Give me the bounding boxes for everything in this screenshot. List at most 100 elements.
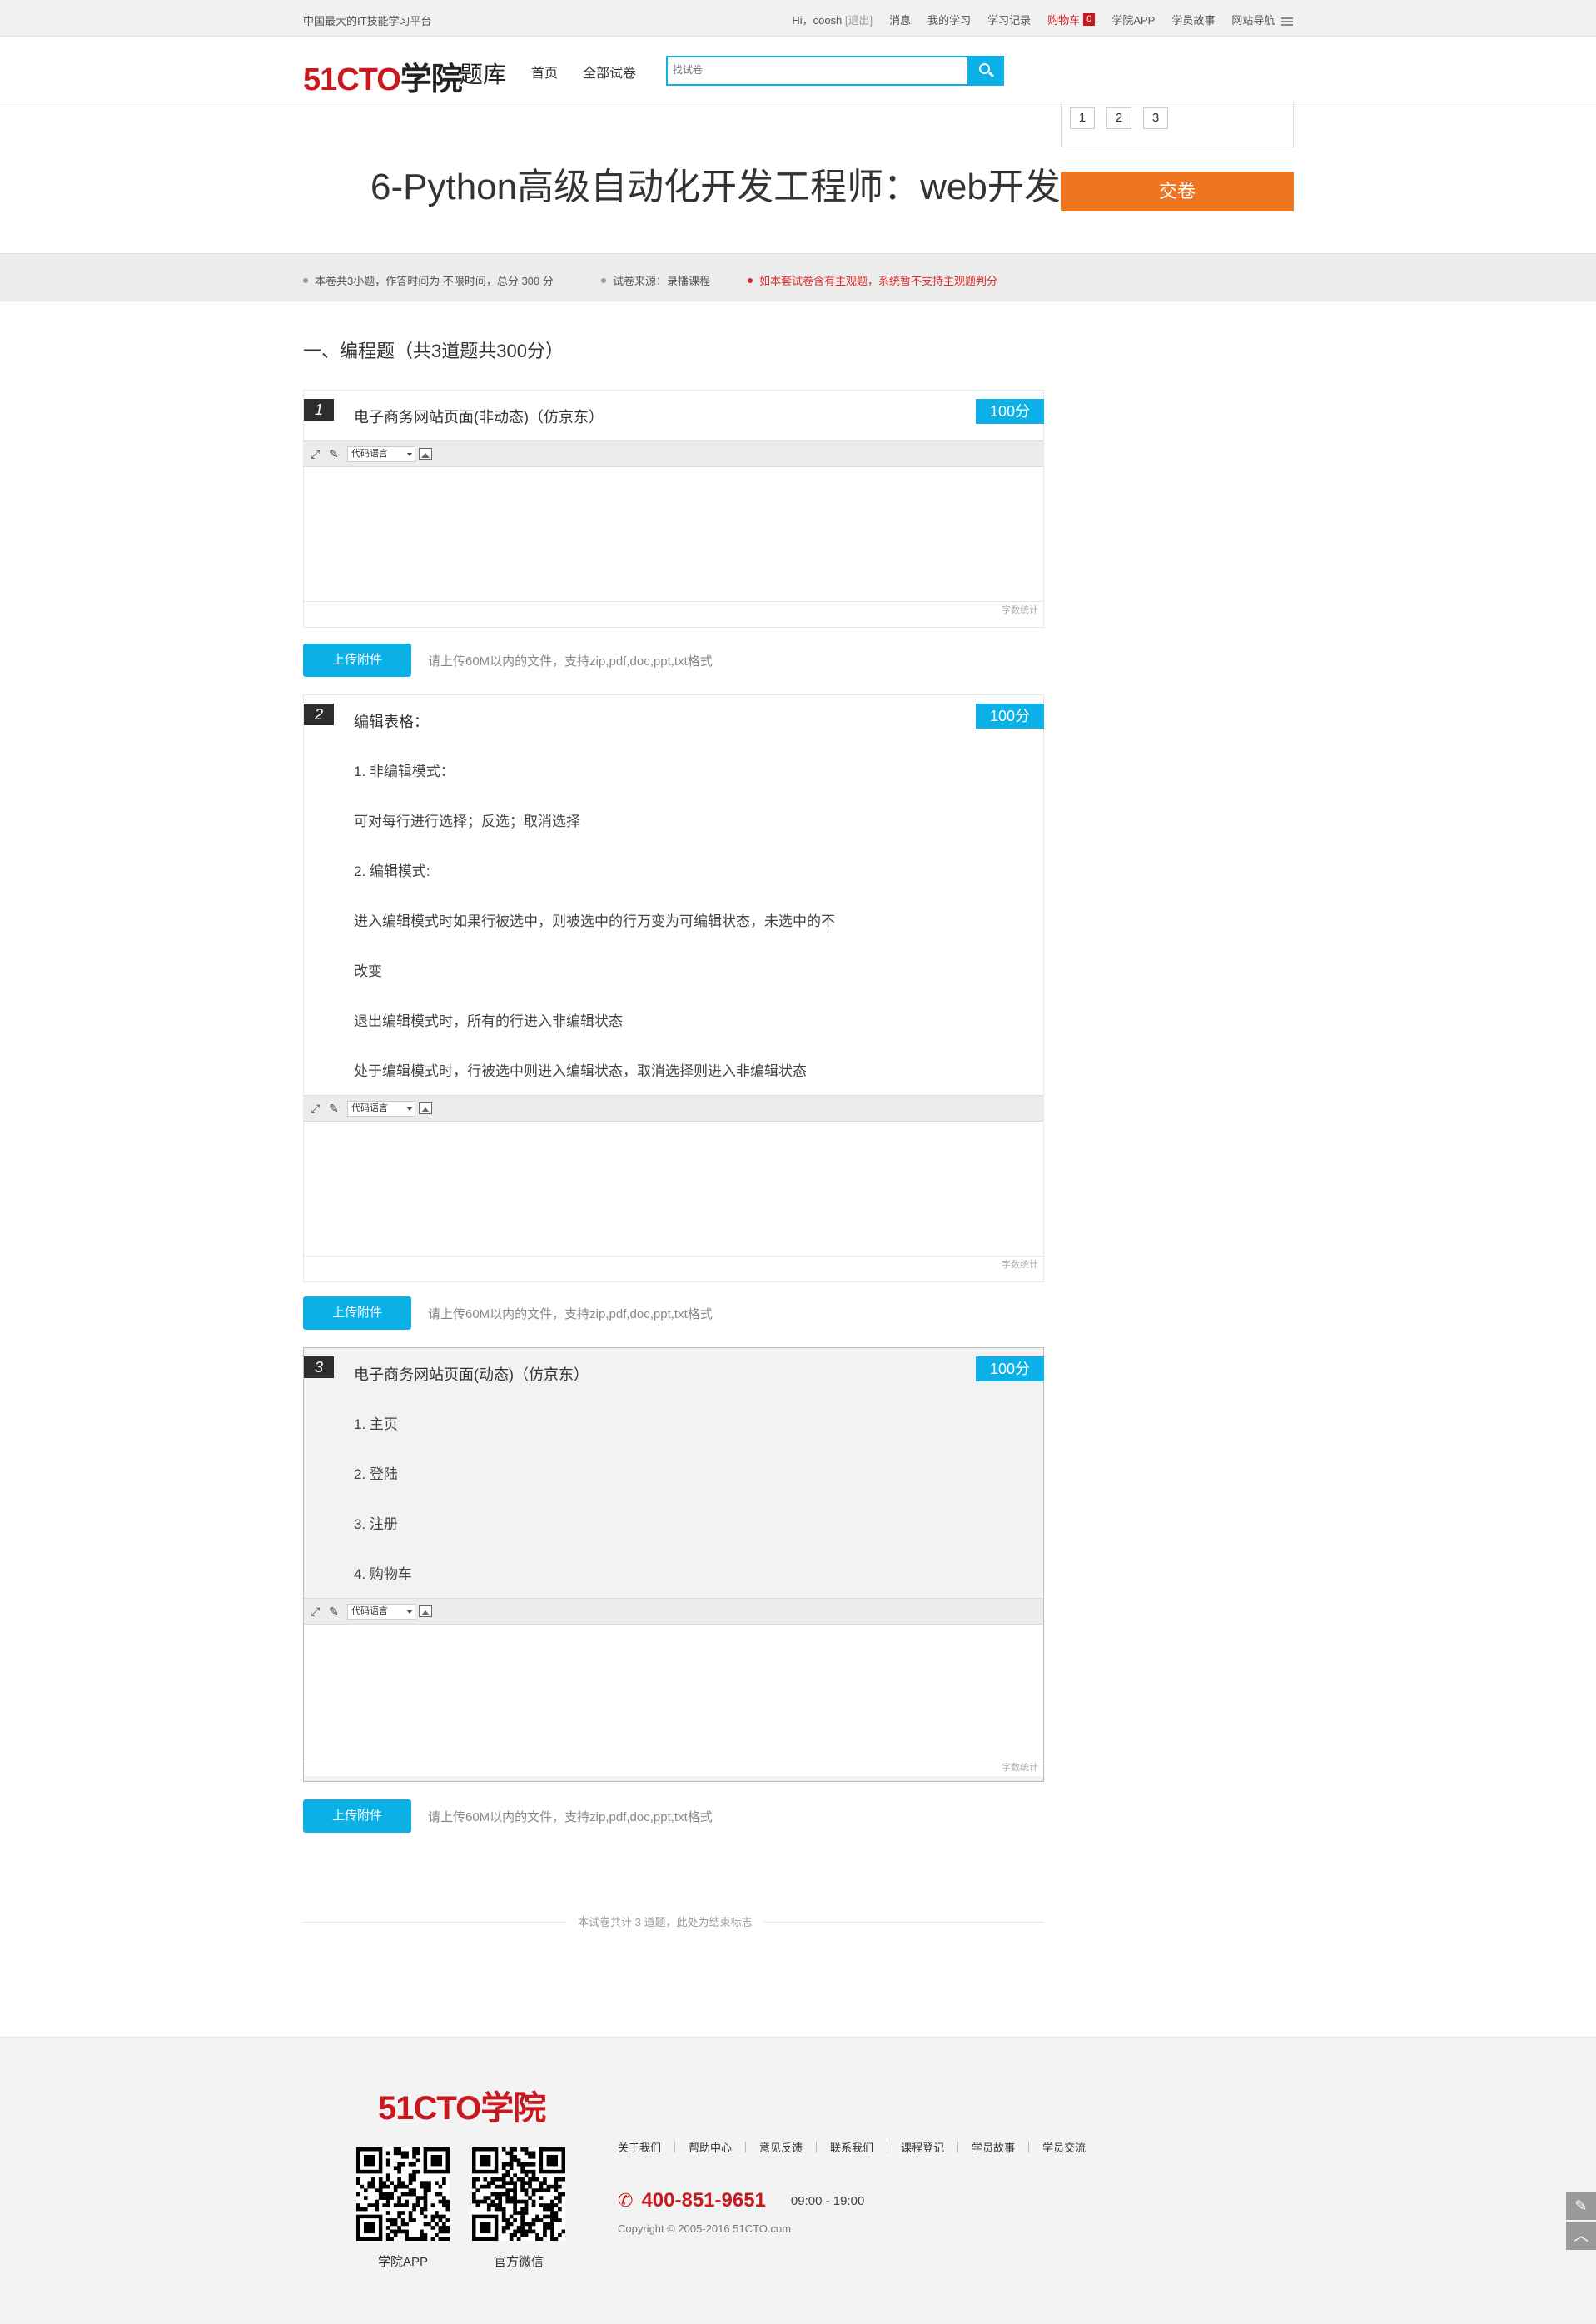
app-qr-code [356, 2147, 450, 2241]
fullscreen-icon[interactable]: ⤢ [311, 1605, 320, 1619]
upload-row: 上传附件 请上传60M以内的文件，支持zip,pdf,doc,ppt,txt格式 [303, 644, 713, 677]
question-nav-1[interactable]: 1 [1070, 107, 1095, 129]
stories-link[interactable]: 学员故事 [1171, 12, 1215, 27]
bullet-icon [601, 277, 606, 283]
question-score: 100分 [976, 704, 1044, 729]
eraser-icon[interactable]: ✎ [329, 1605, 339, 1619]
answer-textarea[interactable] [304, 1122, 1043, 1257]
footer-link-about[interactable]: 关于我们 [618, 2139, 661, 2155]
word-count: 字数统计 [304, 1257, 1043, 1273]
logo-num: 51CTO [303, 62, 401, 97]
footer-link-feedback[interactable]: 意见反馈 [759, 2139, 803, 2155]
site-nav-label: 网站导航 [1231, 14, 1275, 27]
footer-links: 关于我们 帮助中心 意见反馈 联系我们 课程登记 学员故事 学员交流 [618, 2139, 1086, 2155]
top-links: Hi，coosh [退出] 消息 我的学习 学习记录 购物车 0 学院APP 学… [792, 12, 1293, 27]
footer: 51CTO学院 学院APP 官方微信 关于我们 帮助中心 意见反馈 联系我们 课… [0, 2037, 1596, 2324]
image-icon[interactable] [419, 448, 432, 460]
chevron-down-icon [407, 453, 412, 456]
answer-textarea[interactable] [304, 1625, 1043, 1759]
editor-toolbar: ⤢ ✎ 代码语言 [304, 1599, 1043, 1625]
answer-editor: ⤢ ✎ 代码语言 字数统计 [304, 1598, 1043, 1776]
submit-exam-button[interactable]: 交卷 [1061, 172, 1294, 211]
user-greeting: Hi，coosh [退出] [792, 12, 873, 27]
footer-link-help[interactable]: 帮助中心 [689, 2139, 732, 2155]
question-card: 2 100分 编辑表格： 1. 非编辑模式： 可对每行进行选择；反选；取消选择 … [303, 694, 1044, 1282]
feedback-float-button[interactable]: ✎ [1566, 2192, 1596, 2220]
upload-row: 上传附件 请上传60M以内的文件，支持zip,pdf,doc,ppt,txt格式 [303, 1799, 713, 1833]
question-nav-3[interactable]: 3 [1143, 107, 1168, 129]
app-link[interactable]: 学院APP [1111, 12, 1155, 27]
exam-source-text: 试卷来源：录播课程 [613, 275, 711, 287]
exam-title: 6-Python高级自动化开发工程师：web开发 [370, 167, 1061, 207]
exam-source: 试卷来源：录播课程 [601, 272, 710, 288]
search-button[interactable] [967, 56, 1004, 86]
hotline-hours: 09:00 - 19:00 [790, 2193, 865, 2208]
eraser-icon[interactable]: ✎ [329, 1102, 339, 1116]
exam-info-bar: 本卷共3小题，作答时间为 不限时间，总分 300 分 试卷来源：录播课程 如本套… [0, 253, 1596, 301]
exam-summary: 本卷共3小题，作答时间为 不限时间，总分 300 分 [303, 272, 554, 288]
phone-icon: ✆ [618, 2190, 634, 2211]
copyright: Copyright © 2005-2016 51CTO.com [618, 2222, 792, 2235]
nav-home[interactable]: 首页 [531, 62, 558, 82]
upload-hint: 请上传60M以内的文件，支持zip,pdf,doc,ppt,txt格式 [428, 654, 713, 669]
chevron-down-icon [407, 1610, 412, 1614]
fullscreen-icon[interactable]: ⤢ [311, 1102, 320, 1116]
site-nav-link[interactable]: 网站导航 [1231, 12, 1293, 27]
footer-logo: 51CTO学院 [378, 2081, 546, 2129]
logout-link[interactable]: [退出] [845, 14, 873, 27]
learning-history-link[interactable]: 学习记录 [987, 12, 1031, 27]
upload-attachment-button[interactable]: 上传附件 [303, 1296, 411, 1330]
footer-link-contact[interactable]: 联系我们 [830, 2139, 873, 2155]
question-card: 3 100分 电子商务网站页面(动态)（仿京东） 1. 主页 2. 登陆 3. … [303, 1347, 1044, 1782]
fullscreen-icon[interactable]: ⤢ [311, 447, 320, 461]
exam-summary-text: 本卷共3小题，作答时间为 不限时间，总分 300 分 [315, 275, 554, 287]
word-count: 字数统计 [304, 1759, 1043, 1776]
upload-attachment-button[interactable]: 上传附件 [303, 1799, 411, 1833]
question-number: 2 [304, 704, 334, 725]
search-icon-handle [987, 71, 995, 78]
site-slogan: 中国最大的IT技能学习平台 [303, 15, 432, 27]
exam-warning: 如本套试卷含有主观题，系统暂不支持主观题判分 [748, 272, 997, 288]
code-language-select[interactable]: 代码语言 [347, 446, 415, 462]
question-card: 1 100分 电子商务网站页面(非动态)（仿京东） ⤢ ✎ 代码语言 字数统计 [303, 390, 1044, 628]
question-line: 2. 登陆 [354, 1466, 398, 1482]
search-box [666, 56, 1004, 86]
image-icon[interactable] [419, 1605, 432, 1617]
question-nav-list: 1 2 3 [1070, 107, 1168, 129]
footer-link-community[interactable]: 学员交流 [1042, 2139, 1086, 2155]
question-title: 编辑表格： [354, 714, 429, 730]
footer-link-course-register[interactable]: 课程登记 [901, 2139, 944, 2155]
end-marker-text: 本试卷共计 3 道题，此处为结束标志 [566, 1913, 764, 1929]
answer-textarea[interactable] [304, 467, 1043, 602]
code-language-select[interactable]: 代码语言 [347, 1101, 415, 1117]
question-line: 2. 编辑模式: [354, 863, 430, 879]
question-line: 进入编辑模式时如果行被选中，则被选中的行万变为可编辑状态，未选中的不 [354, 913, 835, 929]
question-score: 100分 [976, 399, 1044, 424]
site-logo[interactable]: 51CTO学院 [303, 53, 463, 99]
back-to-top-button[interactable]: ︿ [1566, 2222, 1596, 2250]
question-navigator: 1 2 3 [1061, 102, 1294, 147]
upload-hint: 请上传60M以内的文件，支持zip,pdf,doc,ppt,txt格式 [428, 1306, 713, 1321]
messages-link[interactable]: 消息 [889, 12, 911, 27]
my-learning-link[interactable]: 我的学习 [927, 12, 971, 27]
footer-link-stories[interactable]: 学员故事 [972, 2139, 1015, 2155]
question-nav-2[interactable]: 2 [1106, 107, 1131, 129]
question-score: 100分 [976, 1356, 1044, 1381]
exam-title-bar: 6-Python高级自动化开发工程师：web开发 [0, 103, 1596, 253]
cart-link[interactable]: 购物车 0 [1047, 12, 1096, 27]
code-language-select[interactable]: 代码语言 [347, 1604, 415, 1620]
question-line: 可对每行进行选择；反选；取消选择 [354, 814, 580, 829]
divider [957, 2142, 959, 2152]
logo-cn: 学院 [400, 62, 463, 97]
question-line: 1. 非编辑模式： [354, 764, 455, 779]
divider [816, 2142, 818, 2152]
answer-editor: ⤢ ✎ 代码语言 字数统计 [304, 440, 1043, 619]
nav-all-exams[interactable]: 全部试卷 [583, 62, 636, 82]
search-input[interactable] [668, 57, 967, 82]
question-line: 3. 注册 [354, 1516, 398, 1532]
eraser-icon[interactable]: ✎ [329, 447, 339, 461]
question-body: 1. 主页 2. 登陆 3. 注册 4. 购物车 [354, 1413, 412, 1613]
image-icon[interactable] [419, 1102, 432, 1114]
page: 中国最大的IT技能学习平台 Hi，coosh [退出] 消息 我的学习 学习记录… [0, 0, 1596, 2324]
upload-attachment-button[interactable]: 上传附件 [303, 644, 411, 677]
